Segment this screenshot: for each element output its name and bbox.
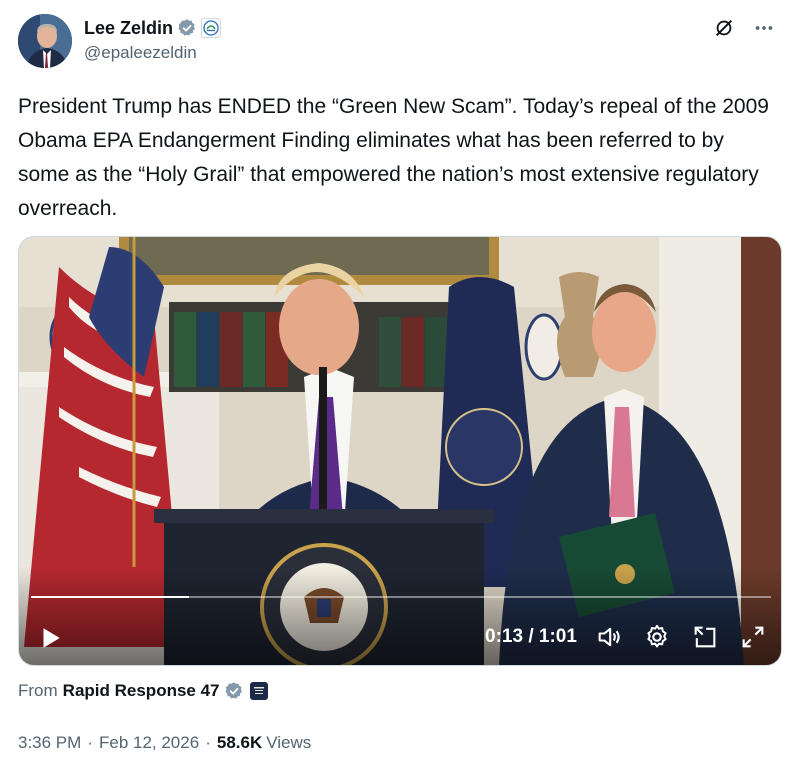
author-handle[interactable]: @epaleezeldin [84, 43, 221, 63]
time-separator: / [528, 626, 534, 647]
volume-icon[interactable] [595, 623, 623, 651]
display-name-row: Lee Zeldin [84, 16, 222, 40]
play-icon[interactable] [37, 625, 63, 651]
tweet-meta: 3:36 PM · Feb 12, 2026 · 58.6K Views [18, 733, 311, 753]
avatar[interactable] [18, 14, 72, 68]
verified-badge-icon [177, 18, 197, 38]
epa-logo-icon[interactable] [201, 18, 222, 38]
meta-dot: · [87, 733, 93, 752]
current-time: 0:13 [485, 626, 524, 647]
tweet-time-link[interactable]: 3:36 PM [18, 733, 81, 753]
white-house-badge-icon[interactable] [249, 682, 268, 700]
settings-icon[interactable] [643, 623, 671, 651]
video-time: 0:13 / 1:01 [485, 625, 577, 649]
tweet-header: Lee Zeldin @epaleezeldin [18, 14, 778, 70]
views-count[interactable]: 58.6K [217, 733, 262, 753]
duration: 1:01 [538, 626, 577, 647]
verified-badge-icon [224, 681, 244, 701]
video-controls: 0:13 / 1:01 [19, 607, 781, 665]
video-frame [19, 237, 781, 665]
header-actions [710, 14, 778, 42]
author-names: Lee Zeldin @epaleezeldin [84, 16, 222, 63]
source-prefix: From [18, 681, 58, 700]
source-attribution: From Rapid Response 47 [18, 680, 268, 702]
more-options-icon[interactable] [750, 14, 778, 42]
meta-dot: · [205, 733, 211, 752]
source-name-link[interactable]: Rapid Response 47 [63, 681, 220, 701]
tweet-text: President Trump has ENDED the “Green New… [18, 95, 769, 220]
tweet-date-link[interactable]: Feb 12, 2026 [99, 733, 199, 753]
author-display-name[interactable]: Lee Zeldin [84, 18, 173, 39]
views-label: Views [266, 733, 312, 752]
video-player[interactable]: 0:13 / 1:01 [18, 236, 782, 666]
dock-icon[interactable] [691, 623, 719, 651]
video-progress-fill [31, 596, 189, 598]
fullscreen-icon[interactable] [739, 623, 767, 651]
grok-icon[interactable] [710, 14, 738, 42]
video-progress-track[interactable] [31, 596, 771, 598]
